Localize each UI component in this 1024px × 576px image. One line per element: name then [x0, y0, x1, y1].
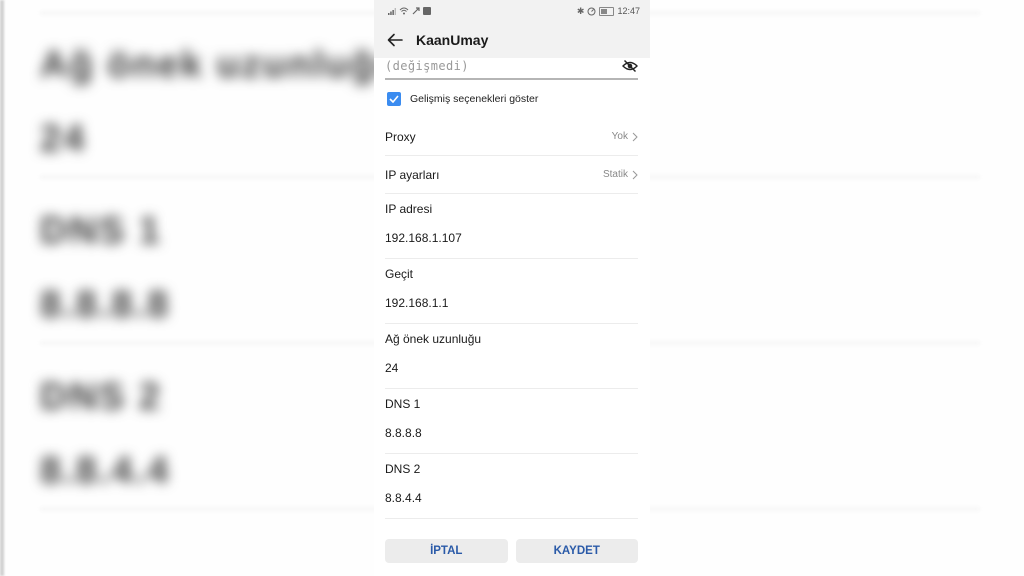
password-field[interactable]: (değişmedi)	[385, 58, 638, 80]
field-label: Ağ önek uzunluğu	[385, 332, 482, 346]
ip-settings-row[interactable]: IP ayarları Statik	[385, 156, 638, 194]
settings-form: (değişmedi) Gelişmiş seçenekleri göster …	[374, 58, 650, 519]
chevron-right-icon	[632, 170, 638, 179]
signal-icon	[388, 7, 396, 15]
proxy-value: Yok	[611, 131, 628, 142]
field-label: Geçit	[385, 267, 414, 281]
status-time: 12:47	[617, 6, 640, 16]
ip-settings-label: IP ayarları	[385, 167, 440, 182]
dns1-input[interactable]: 8.8.8.8	[385, 426, 422, 440]
background-value-dns1: 8.8.8.8	[40, 284, 171, 326]
checkmark-icon	[389, 95, 399, 103]
background-edge	[0, 0, 4, 576]
save-button[interactable]: KAYDET	[515, 539, 638, 563]
background-label-dns2: DNS 2	[40, 376, 162, 418]
dns2-field: DNS 2 8.8.4.4	[385, 454, 638, 519]
battery-icon	[599, 6, 615, 16]
field-label: IP adresi	[385, 202, 433, 216]
data-saver-icon	[587, 7, 596, 15]
advanced-options-toggle[interactable]: Gelişmiş seçenekleri göster	[385, 80, 638, 118]
bluetooth-icon: ✱	[576, 5, 585, 16]
status-bar: ✱ 12:47	[374, 0, 650, 22]
background-label-dns1: DNS 1	[40, 210, 162, 252]
cancel-button[interactable]: İPTAL	[385, 539, 508, 563]
usb-icon	[412, 7, 420, 15]
chevron-right-icon	[632, 132, 638, 141]
proxy-row[interactable]: Proxy Yok	[385, 118, 638, 156]
field-label: DNS 1	[385, 397, 421, 411]
field-label: DNS 2	[385, 462, 421, 476]
proxy-label: Proxy	[385, 129, 416, 144]
advanced-options-label: Gelişmiş seçenekleri göster	[410, 93, 539, 105]
arrow-left-icon[interactable]	[386, 31, 404, 49]
password-input[interactable]: (değişmedi)	[385, 58, 469, 74]
prefix-length-input[interactable]: 24	[385, 361, 398, 375]
ip-address-field: IP adresi 192.168.1.107	[385, 194, 638, 259]
advanced-options-checkbox[interactable]	[387, 92, 401, 106]
page-title: KaanUmay	[416, 32, 489, 48]
ip-settings-value: Statik	[602, 169, 628, 180]
background-label-prefix: Ağ önek uzunluğu	[40, 44, 402, 86]
wifi-icon	[399, 7, 409, 15]
dns2-input[interactable]: 8.8.4.4	[385, 491, 422, 505]
ip-address-input[interactable]: 192.168.1.107	[385, 231, 462, 245]
phone-screen: ✱ 12:47 KaanUmay (değişmedi) Gelişmiş se…	[374, 0, 650, 576]
eye-off-icon[interactable]	[622, 58, 638, 74]
gateway-field: Geçit 192.168.1.1	[385, 259, 638, 324]
app-bar: KaanUmay	[374, 22, 650, 58]
prefix-length-field: Ağ önek uzunluğu 24	[385, 324, 638, 389]
dns1-field: DNS 1 8.8.8.8	[385, 389, 638, 454]
notification-icon	[423, 7, 431, 15]
dialog-buttons: İPTAL KAYDET	[385, 539, 638, 563]
background-value-dns2: 8.8.4.4	[40, 450, 171, 492]
gateway-input[interactable]: 192.168.1.1	[385, 296, 448, 310]
background-value-prefix: 24	[40, 118, 87, 160]
